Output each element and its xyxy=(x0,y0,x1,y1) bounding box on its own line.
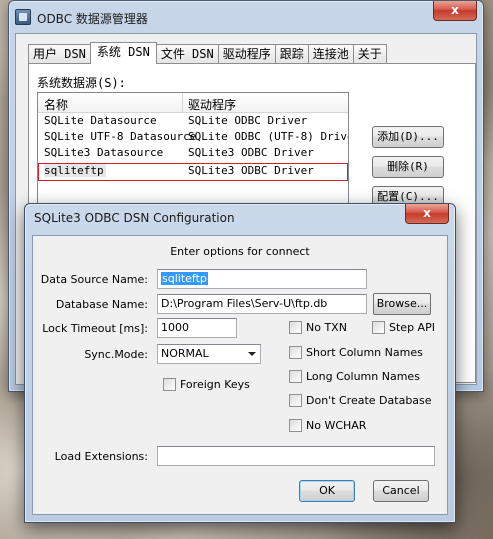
dsn-name: SQLite UTF-8 Datasource xyxy=(44,130,197,143)
foreign-keys-label: Foreign Keys xyxy=(180,378,250,391)
tab-tracing[interactable]: 跟踪 xyxy=(274,44,309,64)
ok-button[interactable]: OK xyxy=(299,480,355,502)
dsn-list-item-selected[interactable]: sqliteftp SQLite3 ODBC Driver xyxy=(38,163,348,181)
checkbox-box[interactable] xyxy=(289,321,302,334)
browse-button[interactable]: Browse... xyxy=(373,293,431,315)
dsn-list-item[interactable]: SQLite UTF-8 Datasource SQLite ODBC (UTF… xyxy=(38,129,348,145)
dont-create-database-label: Don't Create Database xyxy=(306,394,432,407)
chevron-down-icon[interactable] xyxy=(248,352,256,356)
data-source-name-input[interactable]: sqliteftp xyxy=(157,269,367,289)
tab-about[interactable]: 关于 xyxy=(352,44,387,64)
sqlite-close-button[interactable]: x xyxy=(405,204,449,224)
column-header-name[interactable]: 名称 xyxy=(44,96,68,113)
dsn-name: SQLite3 Datasource xyxy=(44,146,164,159)
add-dsn-button[interactable]: 添加(D)... xyxy=(372,126,444,148)
database-name-label: Database Name: xyxy=(55,298,148,311)
sqlite-dialog-title: SQLite3 ODBC DSN Configuration xyxy=(34,211,235,225)
dsn-driver: SQLite ODBC Driver xyxy=(188,114,308,127)
sync-mode-select[interactable]: NORMAL xyxy=(157,344,261,364)
data-source-name-value: sqliteftp xyxy=(161,272,208,285)
lock-timeout-input[interactable]: 1000 xyxy=(157,318,237,338)
sync-mode-value: NORMAL xyxy=(161,347,209,360)
checkbox-box[interactable] xyxy=(289,370,302,383)
no-wchar-label: No WCHAR xyxy=(306,419,367,432)
checkbox-box[interactable] xyxy=(289,419,302,432)
odbc-close-button[interactable]: x xyxy=(433,1,477,21)
dsn-list-item[interactable]: SQLite3 Datasource SQLite3 ODBC Driver xyxy=(38,145,348,161)
sqlite-dialog-body: Enter options for connect Data Source Na… xyxy=(32,235,448,515)
dsn-name: SQLite Datasource xyxy=(44,114,157,127)
load-extensions-label: Load Extensions: xyxy=(54,450,148,463)
database-name-input[interactable]: D:\Program Files\Serv-U\ftp.db xyxy=(157,294,367,314)
system-data-sources-label: 系统数据源(S): xyxy=(37,76,126,90)
checkbox-box[interactable] xyxy=(163,378,176,391)
lock-timeout-label: Lock Timeout [ms]: xyxy=(42,322,148,335)
tab-drivers[interactable]: 驱动程序 xyxy=(217,44,276,64)
sync-mode-label: Sync.Mode: xyxy=(84,348,148,361)
short-column-names-label: Short Column Names xyxy=(306,346,423,359)
dsn-list-header: 名称 驱动程序 xyxy=(38,93,348,113)
data-source-name-label: Data Source Name: xyxy=(40,273,148,286)
odbc-tab-strip: 用户 DSN 系统 DSN 文件 DSN 驱动程序 跟踪 连接池 关于 xyxy=(28,42,387,64)
dsn-name: sqliteftp xyxy=(44,164,106,177)
dsn-driver: SQLite3 ODBC Driver xyxy=(188,164,314,177)
tab-user-dsn[interactable]: 用户 DSN xyxy=(28,44,91,64)
column-divider[interactable] xyxy=(182,93,183,113)
cancel-button[interactable]: Cancel xyxy=(373,480,429,502)
dsn-driver: SQLite3 ODBC Driver xyxy=(188,146,314,159)
dsn-list-item[interactable]: SQLite Datasource SQLite ODBC Driver xyxy=(38,113,348,129)
remove-dsn-button[interactable]: 删除(R) xyxy=(372,156,444,178)
instructions-text: Enter options for connect xyxy=(170,245,310,258)
tab-file-dsn[interactable]: 文件 DSN xyxy=(155,44,219,64)
tab-connection-pooling[interactable]: 连接池 xyxy=(307,44,354,64)
checkbox-box[interactable] xyxy=(372,321,385,334)
long-column-names-label: Long Column Names xyxy=(306,370,420,383)
column-header-driver[interactable]: 驱动程序 xyxy=(188,96,236,113)
step-api-label: Step API xyxy=(389,321,435,334)
no-txn-label: No TXN xyxy=(306,321,347,334)
odbc-window-title: ODBC 数据源管理器 xyxy=(37,12,148,26)
odbc-titlebar[interactable]: ODBC 数据源管理器 x xyxy=(9,1,483,33)
load-extensions-input[interactable] xyxy=(157,446,435,466)
odbc-app-icon xyxy=(15,9,31,25)
checkbox-box[interactable] xyxy=(289,394,302,407)
sqlite-config-dialog: SQLite3 ODBC DSN Configuration x Enter o… xyxy=(24,203,456,523)
checkbox-box[interactable] xyxy=(289,346,302,359)
dsn-driver: SQLite ODBC (UTF-8) Driver xyxy=(188,130,349,143)
tab-system-dsn[interactable]: 系统 DSN xyxy=(89,42,157,64)
